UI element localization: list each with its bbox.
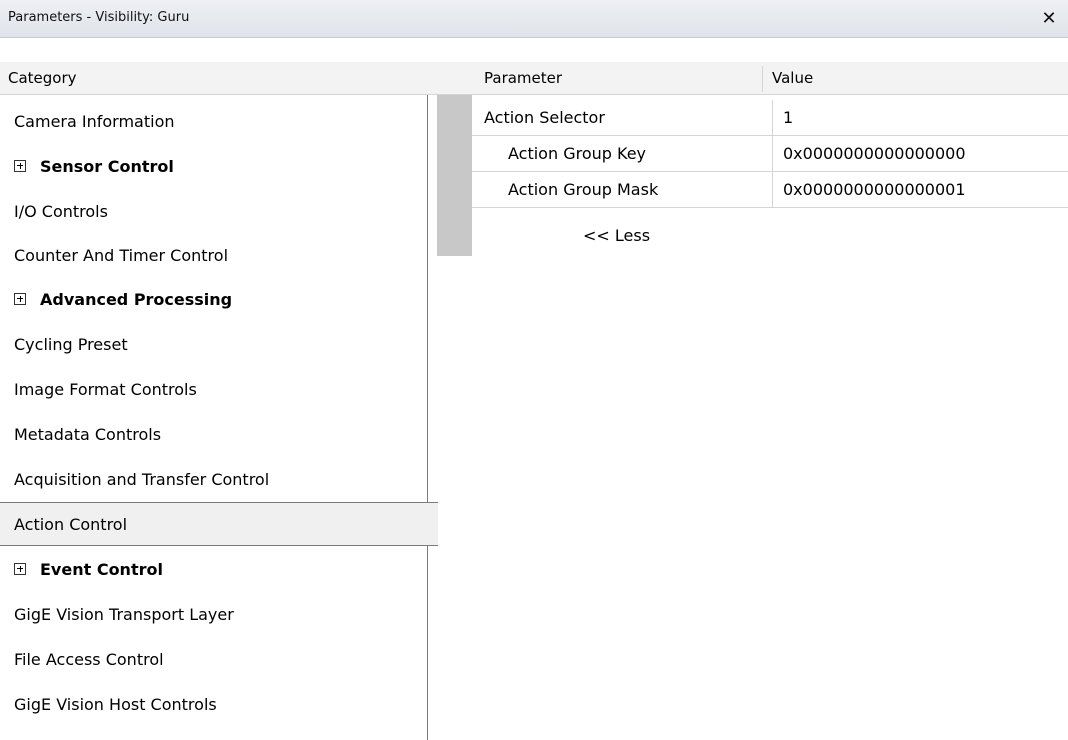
category-label: GigE Vision Host Controls: [14, 695, 217, 714]
category-item-gige-host[interactable]: GigE Vision Host Controls: [0, 683, 428, 727]
category-item-file-access[interactable]: File Access Control: [0, 638, 428, 682]
expand-icon[interactable]: [14, 159, 26, 172]
category-label: Action Control: [14, 515, 128, 534]
category-item-image-format[interactable]: Image Format Controls: [0, 368, 428, 412]
category-item-action-control[interactable]: Action Control: [0, 502, 438, 546]
category-item-cycling-preset[interactable]: Cycling Preset: [0, 323, 428, 367]
category-label: File Access Control: [14, 650, 164, 669]
expand-icon[interactable]: [14, 562, 26, 575]
category-item-advanced-processing[interactable]: Advanced Processing: [0, 278, 428, 322]
category-label: I/O Controls: [14, 202, 108, 221]
category-label: Acquisition and Transfer Control: [14, 470, 270, 489]
category-label: Cycling Preset: [14, 335, 128, 354]
category-item-counter-timer[interactable]: Counter And Timer Control: [0, 234, 428, 278]
category-item-metadata[interactable]: Metadata Controls: [0, 413, 428, 457]
parameter-value[interactable]: 0x0000000000000001: [772, 172, 966, 208]
parameter-name: Action Group Key: [508, 144, 646, 163]
category-header: Category: [8, 69, 77, 87]
category-label: Advanced Processing: [40, 290, 233, 309]
value-header[interactable]: Value: [772, 62, 813, 95]
category-label: Image Format Controls: [14, 380, 197, 399]
category-label: Sensor Control: [40, 157, 174, 176]
parameter-value[interactable]: 0x0000000000000000: [772, 136, 966, 172]
category-item-io-controls[interactable]: I/O Controls: [0, 190, 428, 234]
category-item-gige-transport[interactable]: GigE Vision Transport Layer: [0, 593, 428, 637]
parameter-value[interactable]: 1: [772, 100, 793, 136]
category-item-sensor-control[interactable]: Sensor Control: [0, 145, 428, 189]
header-separator[interactable]: [762, 66, 763, 92]
parameter-row[interactable]: Action Selector 1: [472, 100, 1068, 136]
parameter-row[interactable]: Action Group Mask 0x0000000000000001: [472, 172, 1068, 208]
parameters-window: Parameters - Visibility: Guru ✕ Category…: [0, 0, 1068, 740]
category-item-camera-information[interactable]: Camera Information: [0, 100, 428, 144]
parameter-header[interactable]: Parameter: [484, 62, 562, 95]
category-label: Camera Information: [14, 112, 175, 131]
category-label: Event Control: [40, 560, 163, 579]
category-label: Counter And Timer Control: [14, 246, 229, 265]
less-link[interactable]: << Less: [583, 226, 650, 245]
parameter-name: Action Selector: [484, 108, 605, 127]
category-item-event-control[interactable]: Event Control: [0, 548, 428, 592]
expand-icon[interactable]: [14, 292, 26, 305]
title-bar: Parameters - Visibility: Guru ✕: [0, 0, 1068, 38]
parameter-name: Action Group Mask: [508, 180, 659, 199]
row-header-gutter: [437, 95, 472, 256]
window-title: Parameters - Visibility: Guru: [8, 10, 190, 25]
category-label: GigE Vision Transport Layer: [14, 605, 234, 624]
category-list: Camera Information Sensor Control I/O Co…: [0, 95, 438, 740]
category-item-acquisition-transfer[interactable]: Acquisition and Transfer Control: [0, 458, 428, 502]
close-icon[interactable]: ✕: [1036, 6, 1062, 32]
parameter-row[interactable]: Action Group Key 0x0000000000000000: [472, 136, 1068, 172]
category-label: Metadata Controls: [14, 425, 162, 444]
